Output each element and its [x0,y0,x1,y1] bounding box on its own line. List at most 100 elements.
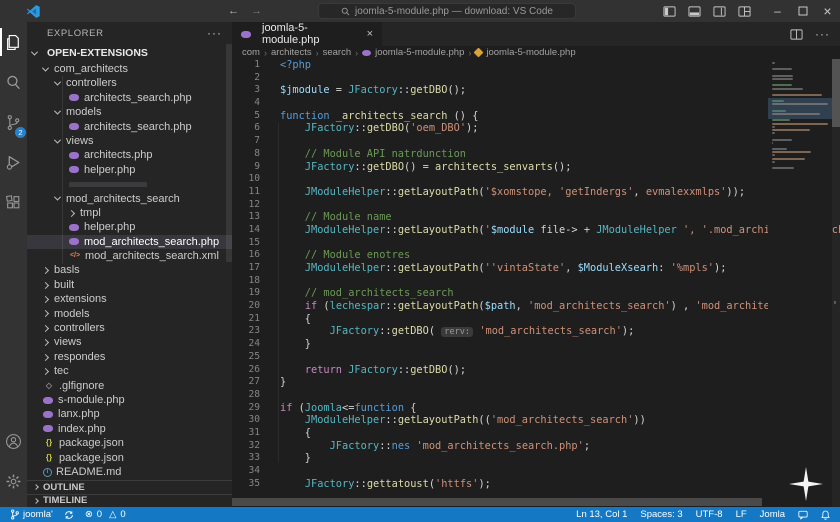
code-line[interactable]: 14 JModuleHelper::getLayoutPath('$module… [232,224,840,237]
editor-content[interactable]: 1<?php23$jmodule = JFactory::getDBO();45… [232,59,840,507]
customize-layout-icon[interactable] [732,0,757,22]
back-arrow[interactable]: ← [228,5,239,17]
code-line[interactable]: 5function _architects_search () { [232,110,840,123]
feedback-icon[interactable] [798,510,808,520]
code-line[interactable]: 10 [232,173,840,186]
language-mode[interactable]: Jomla [760,509,785,520]
encoding[interactable]: UTF-8 [696,509,723,520]
code-line[interactable]: 6 JFactory::getDBO('oem_DBO'); [232,122,840,135]
code-line[interactable]: 13 // Module name [232,211,840,224]
code-line[interactable]: 23 JFactory::getDBO( rerv: 'mod_architec… [232,325,840,338]
code-line[interactable]: 26 return JFactory::getDBO(); [232,364,840,377]
tab-joomla-5-module[interactable]: joomla-5-module.php × [232,22,382,46]
breadcrumb-item[interactable]: search [323,47,352,58]
breadcrumb-item[interactable]: joomla-5-module.php [486,47,575,58]
minimize-button[interactable]: – [765,0,790,22]
tree-item-models[interactable]: models [27,307,232,321]
editor-more-actions-icon[interactable]: ··· [815,27,830,41]
breadcrumb-item[interactable]: com [242,47,260,58]
code-line[interactable]: 27} [232,376,840,389]
tree-item-lanx.php[interactable]: lanx.php [27,407,232,421]
code-line[interactable]: 7 [232,135,840,148]
tree-item-s-module.php[interactable]: s-module.php [27,393,232,407]
section-open-extensions[interactable]: OPEN-EXTENSIONS [27,44,232,62]
maximize-button[interactable] [790,0,815,22]
code-line[interactable]: 18 [232,275,840,288]
tree-item-extensions[interactable]: extensions [27,292,232,306]
tree-item-helper.php[interactable]: helper.php [27,220,232,234]
code-line[interactable]: 28 [232,389,840,402]
tree-item-mod_architects_search.php[interactable]: mod_architects_search.php [27,235,232,249]
code-line[interactable]: 34 [232,465,840,478]
explorer-icon[interactable] [0,22,27,62]
code-line[interactable]: 32 JFactory::nes 'mod_architects_search.… [232,440,840,453]
code-line[interactable]: 19 // mod_architects_search [232,287,840,300]
code-line[interactable]: 17 JModuleHelper::getLayoutPath(''vintaS… [232,262,840,275]
settings-gear-icon[interactable] [0,461,27,501]
code-line[interactable]: 16 // Module enotres [232,249,840,262]
tree-item-index.php[interactable]: index.php [27,422,232,436]
command-center-search[interactable]: joomla-5-module.php — download: VS Code [318,3,576,19]
tree-item-mod_architects_search.xml[interactable]: </>mod_architects_search.xml [27,249,232,263]
tree-item-architects_search.php[interactable]: architects_search.php [27,120,232,134]
code-line[interactable]: 3$jmodule = JFactory::getDBO(); [232,84,840,97]
breadcrumb-item[interactable]: architects [271,47,312,58]
code-line[interactable]: 29if (Joomla<=function { [232,402,840,415]
tree-item-models[interactable]: models [27,105,232,119]
source-control-icon[interactable]: 2 [0,102,27,142]
code-line[interactable]: 9 JFactory::getDBO() = architects_senvar… [232,161,840,174]
explorer-more-actions-icon[interactable]: ··· [207,26,222,40]
panel-outline[interactable]: OUTLINE [27,480,232,494]
tree-item-clipped[interactable] [27,177,232,191]
toggle-sidebar-icon[interactable] [657,0,682,22]
tree-item-controllers[interactable]: controllers [27,76,232,90]
code-line[interactable]: 25 [232,351,840,364]
forward-arrow[interactable]: → [251,5,262,17]
tree-item-com_architects[interactable]: com_architects [27,62,232,76]
tree-item-tec[interactable]: tec [27,364,232,378]
code-line[interactable]: 35 JFactory::gettatoust('httfs'); [232,478,840,491]
close-button[interactable]: × [815,0,840,22]
tree-item-mod_architects_search[interactable]: mod_architects_search [27,192,232,206]
tree-item-tmpl[interactable]: tmpl [27,206,232,220]
code-line[interactable]: 4 [232,97,840,110]
code-area[interactable]: 1<?php23$jmodule = JFactory::getDBO();45… [232,59,840,490]
toggle-panel-icon[interactable] [682,0,707,22]
code-line[interactable]: 1<?php [232,59,840,72]
split-editor-icon[interactable] [790,28,803,41]
panel-timeline[interactable]: TIMELINE [27,494,232,508]
code-line[interactable]: 15 [232,237,840,250]
code-line[interactable]: 33 } [232,452,840,465]
eol-sequence[interactable]: LF [736,509,747,520]
code-line[interactable]: 8 // Module API natrdunction [232,148,840,161]
code-line[interactable]: 31 { [232,427,840,440]
toggle-secondary-sidebar-icon[interactable] [707,0,732,22]
code-line[interactable]: 2 [232,72,840,85]
tree-item-controllers[interactable]: controllers [27,321,232,335]
tab-close-icon[interactable]: × [367,28,373,40]
tree-item-respondes[interactable]: respondes [27,350,232,364]
extensions-icon[interactable] [0,182,27,222]
git-branch-status[interactable]: joomla' [10,509,53,520]
vertical-scrollbar[interactable] [832,59,840,507]
indentation[interactable]: Spaces: 3 [640,509,682,520]
tree-item-views[interactable]: views [27,134,232,148]
tree-item-package.json[interactable]: {}package.json [27,451,232,465]
account-icon[interactable] [0,421,27,461]
code-line[interactable]: 11 JModuleHelper::getLayoutPath('$xomsto… [232,186,840,199]
tree-item-basls[interactable]: basls [27,263,232,277]
vertical-scrollbar-thumb[interactable] [832,59,840,127]
tree-item-README.md[interactable]: iREADME.md [27,465,232,479]
code-line[interactable]: 24 } [232,338,840,351]
minimap[interactable] [768,59,832,507]
tree-item-package.json[interactable]: {}package.json [27,436,232,450]
code-line[interactable]: 20 if (lechespar::getLayoutPath($path, '… [232,300,840,313]
tree-item-architects_search.php[interactable]: architects_search.php [27,91,232,105]
tree-item-helper.php[interactable]: helper.php [27,163,232,177]
run-debug-icon[interactable] [0,142,27,182]
minimap-slider[interactable] [768,98,832,119]
tree-item-built[interactable]: built [27,278,232,292]
tree-item-.glfignore[interactable]: ◇.glfignore [27,379,232,393]
code-line[interactable]: 30 JModuleHelper::getLayoutPath(('mod_ar… [232,414,840,427]
breadcrumb-item[interactable]: joomla-5-module.php [375,47,464,58]
